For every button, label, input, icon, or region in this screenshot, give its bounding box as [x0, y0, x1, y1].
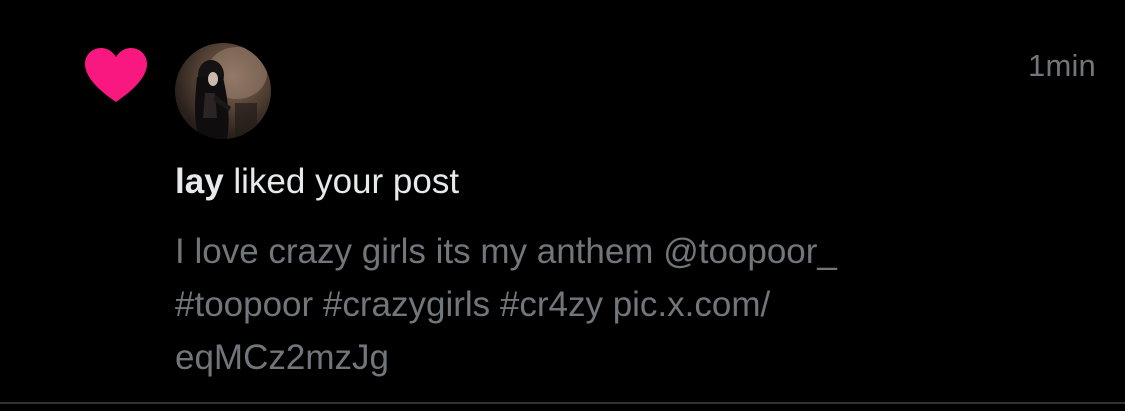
timestamp: 1min	[1028, 48, 1096, 83]
action-text: liked your post	[223, 162, 460, 201]
post-text-line: #toopoor #crazygirls #cr4zy pic.x.com/	[175, 285, 771, 324]
post-preview[interactable]: I love crazy girls its my anthem @toopoo…	[175, 225, 995, 384]
post-text-line: I love crazy girls its my anthem @toopoo…	[175, 232, 837, 271]
avatar[interactable]	[175, 43, 271, 139]
username-link[interactable]: lay	[175, 162, 224, 201]
post-text-line: eqMCz2mzJg	[175, 338, 389, 377]
like-notification[interactable]: 1min lay liked your post I love crazy gi…	[0, 0, 1125, 404]
notification-headline: lay liked your post	[175, 162, 459, 202]
heart-icon	[83, 46, 149, 104]
